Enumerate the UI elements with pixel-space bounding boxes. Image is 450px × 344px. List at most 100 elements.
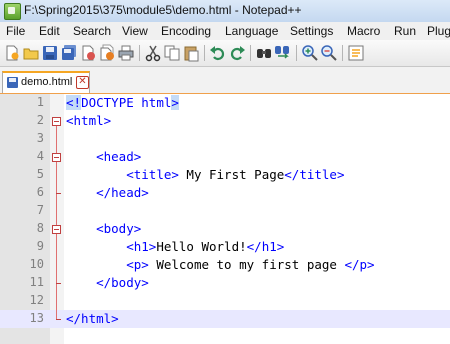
close-icon[interactable] [79,44,97,62]
zoom-out-icon[interactable] [320,44,338,62]
new-file-icon[interactable] [3,44,21,62]
html-tag-token: </head> [96,185,149,200]
toolbar-separator [342,45,343,61]
menu-encoding[interactable]: Encoding [161,24,211,38]
line-number: 5 [36,167,44,181]
save-icon[interactable] [41,44,59,62]
replace-icon[interactable] [274,44,292,62]
code-line[interactable]: 2 <html> [0,112,450,130]
html-tag-token: </body> [96,275,149,290]
undo-icon[interactable] [209,44,227,62]
code-text: <h1>Hello World!</h1> [66,239,284,254]
code-line[interactable]: 12 [0,292,450,310]
fold-end-marker [56,283,61,284]
menu-edit[interactable]: Edit [39,24,60,38]
fold-end-marker [56,193,61,194]
html-tag-token: <! [66,95,82,110]
code-line[interactable]: 6 </head> [0,184,450,202]
code-text: </head> [66,185,149,200]
html-tag-token: <head> [96,149,142,164]
cut-icon[interactable] [144,44,162,62]
menu-file[interactable]: File [6,24,25,38]
html-tag-token: <p> [126,257,149,272]
open-file-icon[interactable] [22,44,40,62]
code-line[interactable]: 8 <body> [0,220,450,238]
line-number: 11 [29,275,44,289]
fold-collapse-icon[interactable] [52,225,61,234]
zoom-in-icon[interactable] [301,44,319,62]
tab-label: demo.html [21,76,73,88]
save-all-icon[interactable] [60,44,78,62]
window-title: F:\Spring2015\375\module5\demo.html - No… [24,3,302,17]
toolbar-separator [139,45,140,61]
code-text: </body> [66,275,149,290]
html-tag-token: > [171,95,179,110]
code-line[interactable]: 4 <head> [0,148,450,166]
sync-icon[interactable] [347,44,365,62]
html-tag-token: </p> [344,257,375,272]
line-number: 10 [29,257,44,271]
code-text: <p> Welcome to my first page </p> [66,257,375,272]
find-icon[interactable] [255,44,273,62]
code-text: </html> [66,311,119,326]
line-number: 6 [36,185,44,199]
toolbar-separator [296,45,297,61]
title-bar[interactable]: F:\Spring2015\375\module5\demo.html - No… [0,0,450,23]
html-tag-token: <body> [96,221,142,236]
text-token: My First Page [178,167,285,182]
code-line[interactable]: 10 <p> Welcome to my first page </p> [0,256,450,274]
line-number: 3 [36,131,44,145]
text-token: Hello World! [156,239,247,254]
html-tag-token: </title> [284,167,345,182]
code-line[interactable]: 5 <title> My First Page</title> [0,166,450,184]
html-tag-token: </h1> [246,239,285,254]
menu-language[interactable]: Language [225,24,278,38]
text-token: Welcome to my first page [148,257,345,272]
fold-end-marker [56,319,61,320]
code-text: <title> My First Page</title> [66,167,344,182]
html-tag-token: <html> [66,113,112,128]
menu-plugins[interactable]: Plug [427,24,450,38]
code-text: <head> [66,149,141,164]
tab-close-icon[interactable]: ✕ [76,76,89,89]
menu-search[interactable]: Search [73,24,111,38]
html-tag-token: DOCTYPE html [81,95,172,110]
menu-bar: File Edit Search View Encoding Language … [0,22,450,41]
code-text: <!DOCTYPE html> [66,95,179,110]
code-line[interactable]: 3 [0,130,450,148]
notepad-plus-plus-window: F:\Spring2015\375\module5\demo.html - No… [0,0,450,344]
line-number: 7 [36,203,44,217]
tab-bar: demo.html ✕ [0,67,450,95]
editor-pane[interactable]: 1 <!DOCTYPE html> 2 <html> 3 4 <head> 5 <title… [0,94,450,344]
paste-icon[interactable] [182,44,200,62]
fold-collapse-icon[interactable] [52,117,61,126]
tab-demo-html[interactable]: demo.html ✕ [2,71,90,93]
line-number: 8 [36,221,44,235]
fold-collapse-icon[interactable] [52,153,61,162]
line-number: 1 [36,95,44,109]
menu-run[interactable]: Run [394,24,416,38]
menu-settings[interactable]: Settings [290,24,333,38]
print-icon[interactable] [117,44,135,62]
code-line[interactable]: 11 </body> [0,274,450,292]
html-tag-token: <h1> [126,239,157,254]
html-tag-token: </html> [66,311,119,326]
code-line[interactable]: 9 <h1>Hello World!</h1> [0,238,450,256]
code-line[interactable]: 7 [0,202,450,220]
line-number: 2 [36,113,44,127]
line-number: 12 [29,293,44,307]
code-line[interactable]: 1 <!DOCTYPE html> [0,94,450,112]
notepad-plus-plus-app-icon [4,3,21,20]
close-all-icon[interactable] [98,44,116,62]
menu-macro[interactable]: Macro [347,24,380,38]
line-number: 13 [29,311,44,325]
copy-icon[interactable] [163,44,181,62]
menu-view[interactable]: View [122,24,148,38]
html-tag-token: <title> [126,167,179,182]
line-number: 4 [36,149,44,163]
toolbar-separator [204,45,205,61]
toolbar-separator [250,45,251,61]
code-line[interactable]: 13 </html> [0,310,450,328]
redo-icon[interactable] [228,44,246,62]
code-text: <html> [66,113,111,128]
